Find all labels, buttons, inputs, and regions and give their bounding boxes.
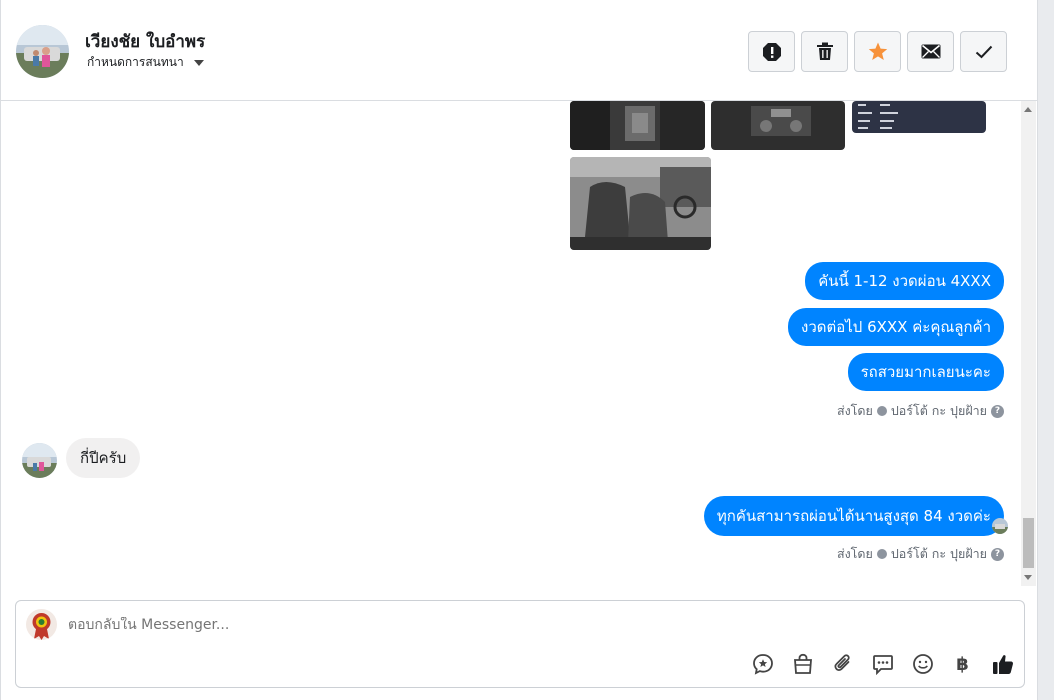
message-bubble-outgoing[interactable]: งวดต่อไป 6XXX ค่ะคุณลูกค้า [788, 308, 1004, 346]
sent-by-note: ส่งโดย ปอร์โต้ กะ ปุยฝ้าย ? [837, 544, 1004, 564]
page-avatar [26, 609, 57, 640]
star-button[interactable] [854, 31, 901, 72]
scroll-up-arrow-icon[interactable] [1024, 107, 1032, 112]
conversation-header: เวียงชัย ใบอำพร กำหนดการสนทนา [1, 0, 1037, 101]
message-bubble-incoming[interactable]: กี่ปีครับ [66, 438, 141, 478]
help-icon[interactable]: ? [991, 404, 1004, 418]
page-background-strip [1038, 0, 1054, 700]
quick-replies-button[interactable] [871, 652, 894, 676]
shop-button[interactable] [791, 652, 814, 676]
star-icon [868, 42, 887, 60]
delete-button[interactable] [801, 31, 848, 72]
shop-bag-icon [793, 653, 812, 674]
like-icon [992, 655, 1013, 674]
mark-done-button[interactable] [960, 31, 1007, 72]
emoji-button[interactable] [911, 652, 934, 676]
car-photo-interior-2[interactable] [570, 157, 711, 250]
scroll-down-arrow-icon[interactable] [1024, 575, 1032, 580]
payment-button[interactable]: ฿ [951, 652, 974, 676]
like-button[interactable] [991, 652, 1014, 676]
sent-by-name: ปอร์โต้ กะ ปุยฝ้าย [890, 403, 987, 418]
conversation-status-dropdown[interactable]: กำหนดการสนทนา [87, 53, 204, 72]
header-actions [748, 31, 1007, 72]
car-spec-card[interactable] [852, 101, 986, 133]
report-icon [762, 42, 781, 61]
sent-by-prefix: ส่งโดย [836, 403, 873, 418]
emoji-icon [912, 654, 933, 674]
message-bubble-outgoing[interactable]: ทุกคันสามารถผ่อนได้นานสูงสุด 84 งวดค่ะ [703, 496, 1004, 536]
seen-avatar [992, 518, 1008, 534]
sent-by-prefix: ส่งโดย [836, 546, 873, 561]
mark-unread-button[interactable] [907, 31, 954, 72]
saved-reply-icon [752, 654, 773, 675]
contact-avatar-small[interactable] [22, 443, 57, 478]
message-bubble-outgoing[interactable]: รถสวยมากเลยนะคะ [847, 353, 1004, 391]
baht-icon: ฿ [956, 653, 969, 675]
car-photo-interior-1[interactable] [570, 101, 705, 150]
caret-down-icon [193, 59, 204, 66]
trash-icon [816, 42, 833, 60]
attach-button[interactable] [831, 652, 854, 676]
page-badge-icon [876, 549, 887, 559]
page-badge-icon [876, 406, 887, 416]
saved-reply-button[interactable] [751, 652, 774, 676]
conversation-status-label: กำหนดการสนทนา [87, 55, 184, 69]
message-bubble-outgoing[interactable]: คันนี้ 1-12 งวดผ่อน 4XXX [805, 262, 1004, 300]
car-photo-dashboard[interactable] [711, 101, 845, 150]
composer-toolbar: ฿ [751, 652, 1014, 676]
contact-name[interactable]: เวียงชัย ใบอำพร [85, 28, 205, 55]
chat-dots-icon [872, 655, 893, 675]
scrollbar-thumb[interactable] [1023, 518, 1034, 568]
sent-by-note: ส่งโดย ปอร์โต้ กะ ปุยฝ้าย ? [837, 401, 1004, 421]
report-button[interactable] [748, 31, 795, 72]
message-scrollbar[interactable] [1021, 101, 1036, 586]
contact-avatar[interactable] [16, 25, 69, 78]
reply-input[interactable] [68, 617, 668, 633]
attachment-icon [833, 654, 850, 672]
sent-by-name: ปอร์โต้ กะ ปุยฝ้าย [890, 546, 987, 561]
envelope-icon [921, 44, 940, 59]
help-icon[interactable]: ? [991, 547, 1004, 561]
message-composer: ฿ [15, 600, 1025, 688]
check-icon [975, 45, 992, 58]
